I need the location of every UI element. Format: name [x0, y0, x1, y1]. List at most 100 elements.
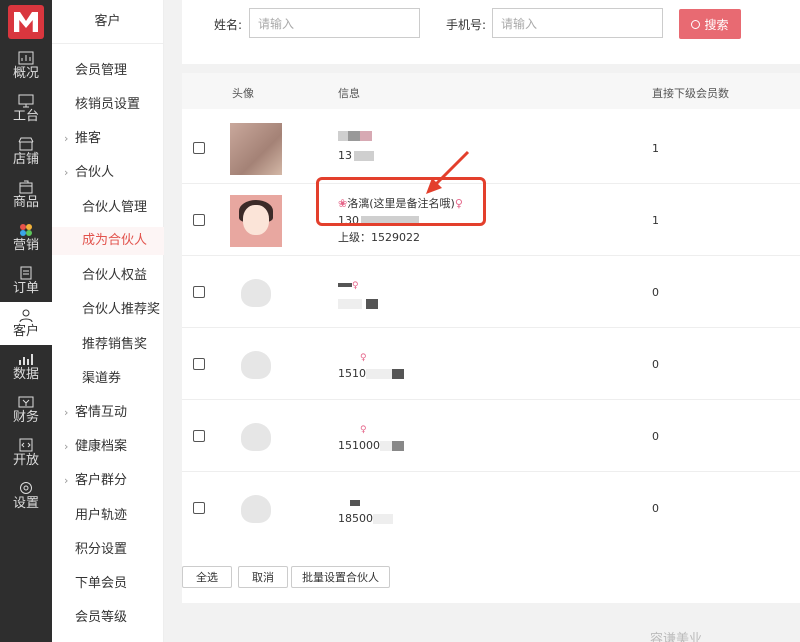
submenu-partner[interactable]: › 合伙人	[52, 165, 164, 181]
row-info: 18500	[338, 496, 393, 526]
submenu-channel-coupon[interactable]: 渠道券	[52, 371, 164, 387]
rail-label: 财务	[12, 409, 39, 425]
name-input[interactable]: 请输入	[249, 8, 420, 38]
rail-item-goods[interactable]: 商品	[0, 173, 52, 216]
rail-label: 设置	[12, 495, 39, 511]
submenu-promoter[interactable]: › 推客	[52, 131, 164, 147]
submenu-become-partner[interactable]: 成为合伙人	[52, 227, 164, 255]
submenu-partner-management[interactable]: 合伙人管理	[52, 200, 164, 216]
finance-icon	[18, 395, 34, 409]
rail-item-overview[interactable]: 概况	[0, 44, 52, 87]
table-header: 头像 信息 直接下级会员数	[182, 73, 800, 109]
search-label: 搜索	[704, 17, 729, 32]
row-phone: 1510	[338, 367, 404, 381]
avatar-placeholder	[230, 483, 282, 535]
submenu-ordering-members[interactable]: 下单会员	[52, 576, 164, 592]
bear-icon	[241, 495, 271, 523]
row-checkbox[interactable]	[193, 286, 205, 298]
rail-item-data[interactable]: 数据	[0, 345, 52, 388]
table-row: ♀ 0	[182, 256, 800, 328]
table-row: 13 1	[182, 112, 800, 184]
blurred-text	[360, 131, 372, 141]
rail-item-store[interactable]: 店铺	[0, 130, 52, 173]
submenu-customer-groups[interactable]: › 客户群分	[52, 473, 164, 489]
row-checkbox[interactable]	[193, 358, 205, 370]
box-icon	[18, 180, 34, 194]
phone-label: 手机号:	[446, 18, 487, 32]
submenu-points-settings[interactable]: 积分设置	[52, 542, 164, 558]
rail-label: 商品	[12, 194, 39, 210]
rail-label: 订单	[12, 280, 39, 296]
phone-input[interactable]: 请输入	[492, 8, 663, 38]
blurred-text	[392, 441, 404, 451]
rail-item-marketing[interactable]: 营销	[0, 216, 52, 259]
bear-icon	[241, 351, 271, 379]
submenu-user-trace[interactable]: 用户轨迹	[52, 508, 164, 524]
blurred-text	[354, 151, 374, 161]
submenu-partner-benefits[interactable]: 合伙人权益	[52, 268, 164, 284]
submenu-partner-referral-reward[interactable]: 合伙人推荐奖	[52, 302, 164, 318]
rail-item-open[interactable]: 开放	[0, 431, 52, 474]
chevron-right-icon: ›	[64, 474, 69, 487]
avatar-placeholder	[230, 339, 282, 391]
row-checkbox[interactable]	[193, 142, 205, 154]
table-row: ♀ 151000 0	[182, 400, 800, 472]
rail-item-workbench[interactable]: 工台	[0, 87, 52, 130]
row-name	[338, 129, 374, 143]
order-icon	[18, 266, 34, 280]
partner-table: 头像 信息 直接下级会员数 13 1 ❀洛漓(这里是备注名哦)♀ 130 上级：…	[182, 73, 800, 603]
submenu-health-records[interactable]: › 健康档案	[52, 439, 164, 455]
row-checkbox[interactable]	[193, 502, 205, 514]
submenu-member-management[interactable]: 会员管理	[52, 63, 164, 79]
header-avatar: 头像	[232, 87, 254, 100]
submenu-verifier-settings[interactable]: 核销员设置	[52, 97, 164, 113]
row-checkbox[interactable]	[193, 214, 205, 226]
monitor-icon	[18, 94, 34, 108]
row-name	[338, 496, 393, 510]
search-icon	[691, 19, 701, 29]
bear-icon	[241, 423, 271, 451]
submenu-referral-sales-reward[interactable]: 推荐销售奖	[52, 337, 164, 353]
row-phone	[338, 297, 378, 311]
select-all-button[interactable]: 全选	[182, 566, 232, 588]
name-label: 姓名:	[214, 18, 243, 32]
row-checkbox[interactable]	[193, 430, 205, 442]
batch-set-partner-button[interactable]: 批量设置合伙人	[291, 566, 390, 588]
downline-count: 0	[652, 286, 659, 299]
avatar-placeholder	[230, 267, 282, 319]
submenu-title: 客户	[52, 0, 163, 44]
logo-mark-icon	[8, 5, 44, 39]
blurred-text	[366, 369, 392, 379]
cancel-button[interactable]: 取消	[238, 566, 288, 588]
submenu-customer-interaction[interactable]: › 客情互动	[52, 405, 164, 421]
row-name: ♀	[338, 350, 404, 365]
search-button[interactable]: 搜索	[679, 9, 741, 39]
chevron-down-icon: ›	[64, 166, 69, 179]
table-row: ❀洛漓(这里是备注名哦)♀ 130 上级：1529022 1	[182, 184, 800, 256]
data-icon	[18, 352, 34, 366]
rail-item-orders[interactable]: 订单	[0, 259, 52, 302]
downline-count: 0	[652, 430, 659, 443]
header-downline: 直接下级会员数	[652, 87, 729, 100]
row-phone: 18500	[338, 512, 393, 526]
downline-count: 0	[652, 358, 659, 371]
phone-text: 151000	[338, 439, 380, 452]
rail-label: 店铺	[12, 151, 39, 167]
marketing-icon	[18, 223, 34, 237]
customer-submenu: 客户 会员管理 核销员设置 › 推客 › 合伙人 合伙人管理 成为合伙人 合伙人权益…	[52, 0, 164, 642]
submenu-label: 客户群分	[75, 473, 128, 488]
rail-item-settings[interactable]: 设置	[0, 474, 52, 517]
downline-count: 1	[652, 214, 659, 227]
blurred-text	[380, 441, 392, 451]
rail-item-customers[interactable]: 客户	[0, 302, 52, 345]
rail-label: 概况	[12, 65, 39, 81]
downline-count: 0	[652, 502, 659, 515]
rail-item-finance[interactable]: 财务	[0, 388, 52, 431]
blurred-text	[338, 283, 352, 287]
app-logo[interactable]	[0, 0, 52, 44]
rail-label: 工台	[12, 108, 39, 124]
settings-icon	[18, 481, 34, 495]
chart-icon	[18, 51, 34, 65]
submenu-member-levels[interactable]: 会员等级	[52, 610, 164, 626]
blurred-text	[338, 131, 348, 141]
